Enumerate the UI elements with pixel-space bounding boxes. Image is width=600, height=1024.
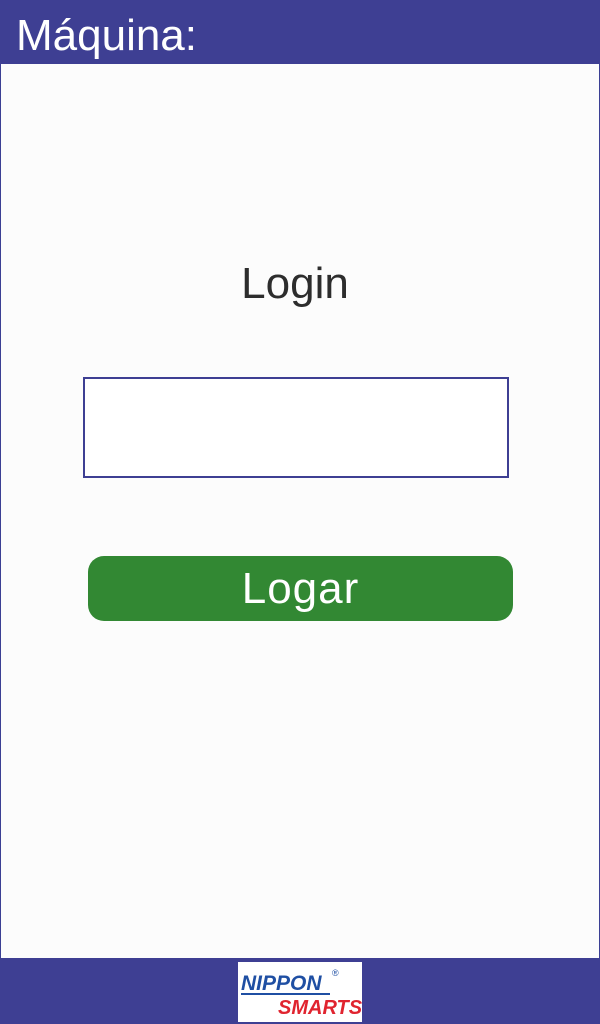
logo-registered-mark: ® (332, 968, 339, 978)
login-button[interactable]: Logar (88, 556, 513, 621)
logo-nippon-text: NIPPON (241, 972, 322, 995)
top-bar: Máquina: (0, 0, 600, 64)
nippon-smarts-logo: NIPPON ® SMARTS (238, 962, 362, 1022)
app-frame (0, 0, 600, 1024)
logo-smarts-text: SMARTS (278, 997, 362, 1019)
logo-graphic: NIPPON ® SMARTS (241, 968, 362, 1019)
login-heading: Login (241, 259, 349, 308)
bottom-bar: NIPPON ® SMARTS (0, 958, 600, 1024)
machine-label: Máquina: (16, 11, 198, 60)
login-input[interactable] (83, 377, 509, 478)
